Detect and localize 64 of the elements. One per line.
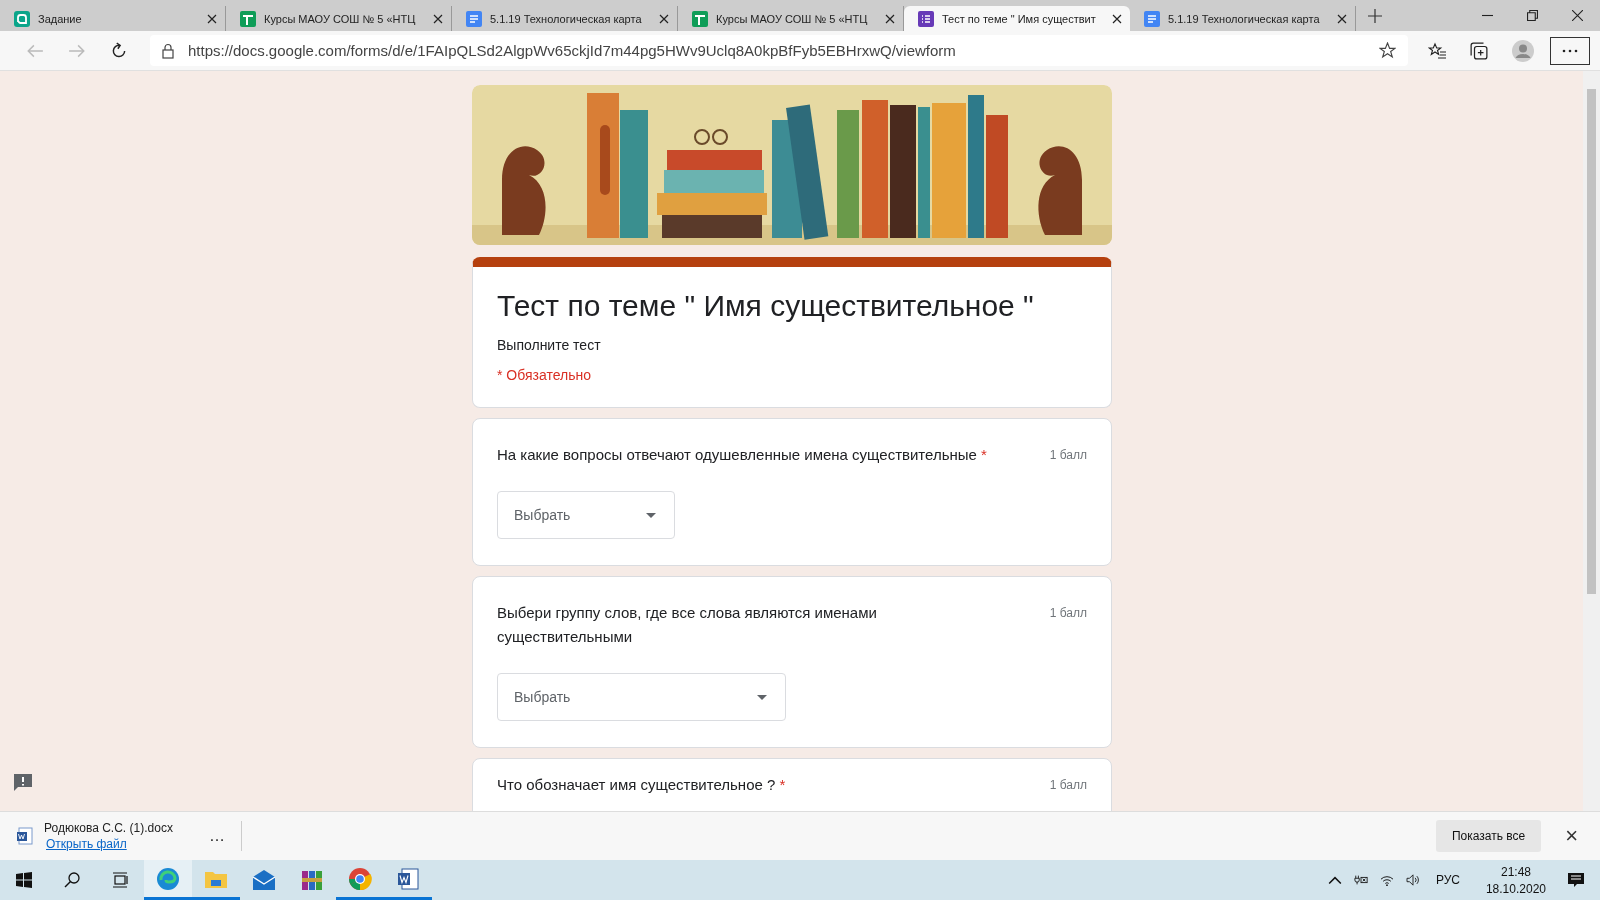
search-icon[interactable] <box>64 872 80 888</box>
power-plug-icon[interactable] <box>1353 874 1368 886</box>
browser-circle-icon <box>348 866 372 891</box>
question-text: Что обозначает имя существительное ? * <box>497 775 786 795</box>
task-view-icon[interactable] <box>112 872 128 888</box>
caret-icon <box>646 512 656 518</box>
close-icon[interactable] <box>1572 10 1583 21</box>
windows-start-icon[interactable] <box>16 872 32 888</box>
close-icon[interactable] <box>433 13 443 24</box>
word-processor-icon <box>396 866 420 891</box>
address-bar[interactable]: https://docs.google.com/forms/d/e/1FAIpQLSd2AlgpWv65ckjId7m44pg5HWv9Uclq8A0kpBfFyb5EBHrxwQ/viewform <box>150 35 1408 66</box>
required-asterisk: * <box>779 776 786 793</box>
collections-icon[interactable] <box>1470 41 1488 60</box>
browser-swirl-icon <box>156 866 180 891</box>
spreadsheet-icon <box>692 10 708 27</box>
scrollbar[interactable] <box>1583 71 1600 811</box>
notifications-icon[interactable] <box>1568 872 1584 888</box>
word-document-icon <box>16 827 34 845</box>
archive-books-icon <box>300 868 324 892</box>
app-logo-icon <box>14 10 30 27</box>
document-icon <box>466 10 482 27</box>
close-button[interactable]: × <box>1559 823 1584 849</box>
input-language[interactable]: РУС <box>1435 873 1460 887</box>
lock-icon <box>162 42 174 59</box>
spreadsheet-icon <box>240 10 256 27</box>
points-label: 1 балл <box>1049 605 1087 622</box>
download-file-name: Родюкова С.С. (1).docx <box>44 821 173 835</box>
close-icon[interactable] <box>885 13 895 24</box>
required-note: * Обязательно <box>497 367 592 383</box>
star-icon[interactable] <box>1379 42 1396 59</box>
mail-icon <box>252 868 276 892</box>
answer-dropdown[interactable]: Выбрать <box>497 491 675 539</box>
clock-date[interactable]: 18.10.2020 <box>1485 881 1546 896</box>
taskbar-app[interactable] <box>144 860 192 900</box>
form-description: Выполните тест <box>497 337 602 353</box>
question-text: Выбери группу слов, где все слова являются именами существительными <box>497 603 878 647</box>
required-asterisk: * <box>981 446 987 463</box>
close-icon[interactable] <box>659 13 669 24</box>
profile-avatar-icon[interactable] <box>1512 39 1534 62</box>
close-icon[interactable] <box>1112 13 1122 24</box>
close-icon[interactable] <box>1337 13 1347 24</box>
points-label: 1 балл <box>1049 447 1087 464</box>
wifi-icon[interactable] <box>1379 874 1394 886</box>
more-menu-icon[interactable] <box>1550 36 1590 65</box>
feedback-icon[interactable] <box>13 773 33 793</box>
caret-icon <box>757 694 767 700</box>
restore-icon[interactable] <box>1527 10 1538 21</box>
reload-icon[interactable] <box>110 41 128 60</box>
more-options-button[interactable]: … <box>202 827 231 845</box>
chevron-up-icon[interactable] <box>1327 874 1342 886</box>
speaker-icon[interactable] <box>1405 874 1420 886</box>
show-all-button[interactable]: Показать все <box>1435 820 1542 852</box>
clock-time[interactable]: 21:48 <box>1500 864 1531 879</box>
favorites-icon[interactable] <box>1428 41 1446 60</box>
form-icon <box>918 10 934 27</box>
form-title: Тест по теме " Имя существительное " <box>497 289 1035 323</box>
question-text: На какие вопросы отвечают одушевленные имена существительные * <box>497 445 987 465</box>
points-label: 1 балл <box>1049 777 1087 794</box>
answer-dropdown[interactable]: Выбрать <box>497 673 786 721</box>
document-icon <box>1144 10 1160 27</box>
new-tab-icon[interactable] <box>1368 8 1382 23</box>
open-file-link[interactable]: Открыть файл <box>46 837 173 851</box>
browser-tab[interactable]: Тест по теме " Имя существит <box>904 6 1130 31</box>
close-icon[interactable] <box>207 13 217 24</box>
